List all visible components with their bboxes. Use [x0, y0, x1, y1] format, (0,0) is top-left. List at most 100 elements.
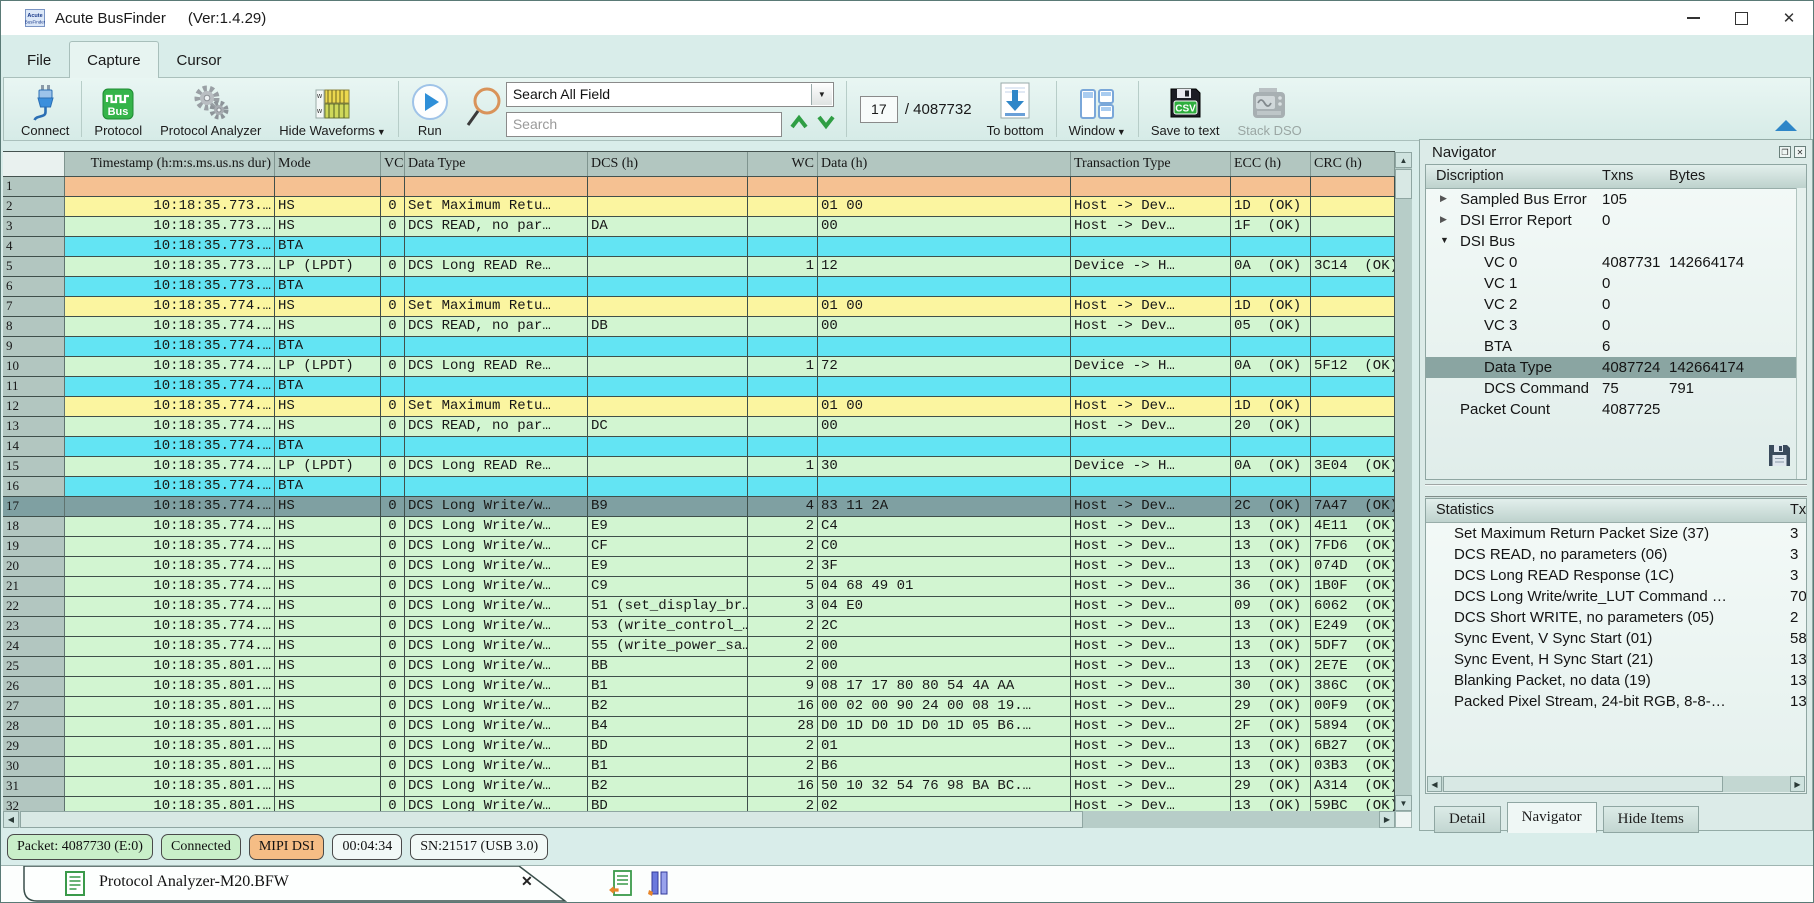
column-header[interactable]: [3, 152, 65, 176]
table-row[interactable]: 610:18:35.773.…BTA: [3, 277, 1395, 297]
statistics-scroll-thumb[interactable]: [1443, 776, 1723, 792]
compare-columns-icon[interactable]: [647, 870, 671, 903]
table-row[interactable]: 1310:18:35.774.…HS0DCS READ, no par…DC00…: [3, 417, 1395, 437]
tab-capture[interactable]: Capture: [69, 41, 158, 78]
column-header[interactable]: CRC (h): [1311, 152, 1395, 176]
panel-splitter[interactable]: [1425, 484, 1807, 498]
search-next-icon[interactable]: [816, 114, 836, 135]
statistics-columns-header[interactable]: Statistics Txns: [1426, 499, 1806, 523]
save-navigator-icon[interactable]: [1767, 443, 1792, 473]
statistics-row[interactable]: Sync Event, H Sync Start (21)137: [1426, 649, 1806, 670]
tab-cursor[interactable]: Cursor: [159, 41, 240, 78]
column-bytes[interactable]: Bytes: [1669, 168, 1705, 184]
table-row[interactable]: 2010:18:35.774.…HS0DCS Long Write/w…E923…: [3, 557, 1395, 577]
packet-index-field[interactable]: 17: [860, 96, 898, 123]
table-row[interactable]: 710:18:35.774.…HS0Set Maximum Retu…01 00…: [3, 297, 1395, 317]
vertical-scrollbar[interactable]: ▲ ▼: [1395, 152, 1412, 811]
column-header[interactable]: VC: [381, 152, 405, 176]
table-row[interactable]: 2410:18:35.774.…HS0DCS Long Write/w…55 (…: [3, 637, 1395, 657]
column-header[interactable]: WC: [748, 152, 818, 176]
combo-dropdown-button[interactable]: ▼: [811, 84, 832, 105]
open-file-icon[interactable]: [609, 870, 633, 903]
statistics-row[interactable]: DCS Short WRITE, no parameters (05)2: [1426, 607, 1806, 628]
close-button[interactable]: ✕: [1765, 1, 1813, 35]
column-header[interactable]: DCS (h): [588, 152, 748, 176]
statistics-row[interactable]: Sync Event, V Sync Start (01)580: [1426, 628, 1806, 649]
navigator-row[interactable]: VC 20: [1426, 294, 1806, 315]
table-row[interactable]: 410:18:35.773.…BTA: [3, 237, 1395, 257]
table-row[interactable]: 3210:18:35.801.…HS0DCS Long Write/w…BD20…: [3, 797, 1395, 811]
maximize-button[interactable]: [1717, 1, 1765, 35]
navigator-row[interactable]: VC 30: [1426, 315, 1806, 336]
horizontal-scrollbar[interactable]: ◀ ▶: [3, 811, 1395, 828]
search-prev-icon[interactable]: [789, 114, 809, 135]
table-row[interactable]: 2510:18:35.801.…HS0DCS Long Write/w…BB20…: [3, 657, 1395, 677]
table-row[interactable]: 510:18:35.773.…LP (LPDT)0DCS Long READ R…: [3, 257, 1395, 277]
window-button[interactable]: Window▼: [1060, 80, 1135, 138]
hide-waveforms-button[interactable]: ww Hide Waveforms▼: [270, 80, 395, 138]
navigator-row[interactable]: DCS Command75791: [1426, 378, 1806, 399]
scroll-right-icon[interactable]: ▶: [1379, 811, 1395, 828]
navigator-row[interactable]: Data Type4087724142664174: [1426, 357, 1806, 378]
statistics-horizontal-scrollbar[interactable]: ◀ ▶: [1427, 776, 1805, 792]
table-row[interactable]: 2810:18:35.801.…HS0DCS Long Write/w…B428…: [3, 717, 1395, 737]
statistics-row[interactable]: Packed Pixel Stream, 24-bit RGB, 8-8-…13…: [1426, 691, 1806, 712]
table-row[interactable]: 2910:18:35.801.…HS0DCS Long Write/w…BD20…: [3, 737, 1395, 757]
navigator-row[interactable]: VC 04087731142664174: [1426, 252, 1806, 273]
save-to-text-button[interactable]: CSV Save to text: [1142, 80, 1229, 138]
table-row[interactable]: 2210:18:35.774.…HS0DCS Long Write/w…51 (…: [3, 597, 1395, 617]
close-panel-icon[interactable]: ✕: [1794, 146, 1806, 158]
table-row[interactable]: 2310:18:35.774.…HS0DCS Long Write/w…53 (…: [3, 617, 1395, 637]
search-input[interactable]: [506, 112, 782, 137]
navigator-row[interactable]: ▶DSI Error Report0: [1426, 210, 1806, 231]
table-row[interactable]: 1410:18:35.774.…BTA: [3, 437, 1395, 457]
table-row[interactable]: 910:18:35.774.…BTA: [3, 337, 1395, 357]
table-row[interactable]: 810:18:35.774.…HS0DCS READ, no par…DB00H…: [3, 317, 1395, 337]
table-row[interactable]: 1: [3, 177, 1395, 197]
table-row[interactable]: 210:18:35.773.…HS0Set Maximum Retu…01 00…: [3, 197, 1395, 217]
connect-button[interactable]: Connect: [12, 80, 78, 138]
scroll-right-icon[interactable]: ▶: [1790, 776, 1805, 792]
protocol-button[interactable]: Bus Protocol: [85, 80, 151, 138]
vertical-scroll-thumb[interactable]: [1395, 169, 1412, 199]
column-header[interactable]: Data Type: [405, 152, 588, 176]
table-row[interactable]: 1010:18:35.774.…LP (LPDT)0DCS Long READ …: [3, 357, 1395, 377]
file-tab[interactable]: Protocol Analyzer-M20.BFW ✕: [23, 866, 605, 903]
table-row[interactable]: 2110:18:35.774.…HS0DCS Long Write/w…C950…: [3, 577, 1395, 597]
tab-file[interactable]: File: [9, 41, 69, 78]
navigator-row[interactable]: ▶Sampled Bus Error105: [1426, 189, 1806, 210]
scroll-left-icon[interactable]: ◀: [3, 811, 19, 828]
column-description[interactable]: Discription: [1436, 168, 1504, 184]
column-header[interactable]: Data (h): [818, 152, 1071, 176]
scroll-up-icon[interactable]: ▲: [1395, 152, 1412, 168]
statistics-row[interactable]: DCS Long Write/write_LUT Command …70: [1426, 586, 1806, 607]
column-txns[interactable]: Txns: [1602, 168, 1633, 184]
column-header[interactable]: ECC (h): [1231, 152, 1311, 176]
column-stat-txns[interactable]: Txns: [1790, 502, 1807, 518]
column-header[interactable]: Mode: [275, 152, 381, 176]
run-button[interactable]: Run: [402, 80, 458, 138]
table-row[interactable]: 1110:18:35.774.…BTA: [3, 377, 1395, 397]
horizontal-scroll-thumb[interactable]: [20, 811, 1083, 828]
minimize-button[interactable]: [1669, 1, 1717, 35]
statistics-row[interactable]: Set Maximum Return Packet Size (37)3: [1426, 523, 1806, 544]
collapse-ribbon-icon[interactable]: [1774, 119, 1798, 137]
table-row[interactable]: 2610:18:35.801.…HS0DCS Long Write/w…B190…: [3, 677, 1395, 697]
chevron-right-icon[interactable]: ▶: [1440, 214, 1447, 225]
table-row[interactable]: 2710:18:35.801.…HS0DCS Long Write/w…B216…: [3, 697, 1395, 717]
table-row[interactable]: 1910:18:35.774.…HS0DCS Long Write/w…CF2C…: [3, 537, 1395, 557]
float-panel-icon[interactable]: ❐: [1779, 146, 1791, 158]
table-row[interactable]: 1710:18:35.774.…HS0DCS Long Write/w…B948…: [3, 497, 1395, 517]
column-header[interactable]: Transaction Type: [1071, 152, 1231, 176]
scroll-down-icon[interactable]: ▼: [1395, 795, 1412, 811]
protocol-analyzer-button[interactable]: Protocol Analyzer: [151, 80, 270, 138]
column-header[interactable]: Timestamp (h:m:s.ms.us.ns dur): [65, 152, 275, 176]
to-bottom-button[interactable]: To bottom: [978, 80, 1053, 138]
statistics-row[interactable]: DCS READ, no parameters (06)3: [1426, 544, 1806, 565]
navigator-row[interactable]: Packet Count4087725: [1426, 399, 1806, 420]
file-tab-close-icon[interactable]: ✕: [521, 873, 533, 890]
chevron-down-icon[interactable]: ▼: [1440, 235, 1449, 245]
navigator-scroll-track[interactable]: [1796, 188, 1806, 479]
statistics-row[interactable]: Blanking Packet, no data (19)135: [1426, 670, 1806, 691]
column-statistics[interactable]: Statistics: [1436, 502, 1494, 518]
